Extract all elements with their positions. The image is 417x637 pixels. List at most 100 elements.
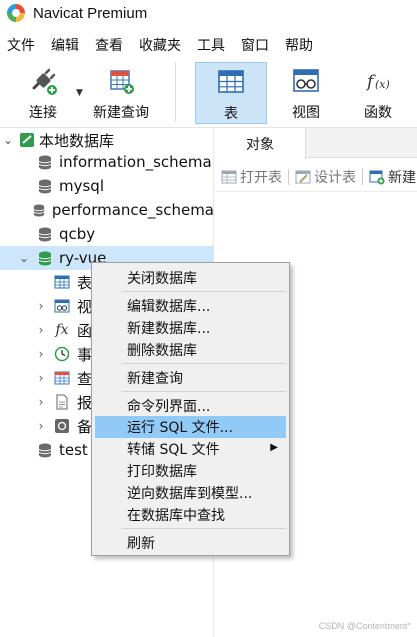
- menu-item-dump-sql-label: 转储 SQL 文件: [127, 442, 220, 458]
- menu-window[interactable]: 窗口: [233, 35, 277, 55]
- menu-item-run-sql-file[interactable]: 运行 SQL 文件...: [95, 416, 286, 438]
- tree-root-label: 本地数据库: [39, 131, 115, 150]
- tree-node-label: 备: [77, 417, 93, 436]
- database-icon: [38, 155, 52, 169]
- submenu-arrow-icon: ▶: [270, 442, 278, 453]
- menu-help[interactable]: 帮助: [277, 35, 321, 55]
- menu-bar: 文件 编辑 查看 收藏夹 工具 窗口 帮助: [0, 32, 417, 58]
- menu-item-refresh[interactable]: 刷新: [95, 532, 286, 554]
- new-query-icon: [106, 66, 136, 96]
- open-table-button[interactable]: 打开表: [221, 167, 282, 187]
- backup-icon: [55, 419, 69, 433]
- tree-node-label: 视: [77, 297, 93, 316]
- function-fx-icon: fx: [55, 322, 69, 338]
- tree-db-information-schema[interactable]: information_schema: [0, 150, 213, 174]
- menu-item-dump-sql-file[interactable]: 转储 SQL 文件 ▶: [95, 438, 286, 460]
- tree-db-performance-schema[interactable]: performance_schema: [0, 198, 214, 222]
- menu-separator: [122, 363, 286, 364]
- object-tab-bar: 对象: [215, 128, 417, 159]
- table-icon: [216, 67, 246, 97]
- design-table-icon: [295, 170, 311, 183]
- tree-node-label: 函: [77, 321, 93, 340]
- tree-db-qcby[interactable]: qcby: [0, 222, 213, 246]
- tree-root-local[interactable]: ⌄ 本地数据库: [0, 128, 213, 152]
- view-label: 视图: [292, 105, 320, 121]
- toolbar-separator: [288, 168, 289, 185]
- tab-objects[interactable]: 对象: [215, 128, 306, 159]
- database-icon: [38, 179, 52, 193]
- connect-button[interactable]: 连接: [14, 62, 72, 124]
- menu-item-console[interactable]: 命令列界面...: [95, 395, 286, 417]
- menu-favorites[interactable]: 收藏夹: [131, 35, 189, 55]
- tree-db-label: qcby: [59, 225, 96, 243]
- chevron-down-icon[interactable]: ⌄: [17, 251, 31, 265]
- database-icon: [33, 203, 45, 217]
- tree-db-label: test: [59, 441, 88, 459]
- tree-db-label: information_schema: [59, 153, 212, 171]
- connection-green-icon: [19, 132, 35, 148]
- menu-item-new-query[interactable]: 新建查询: [95, 367, 286, 389]
- database-open-icon: [38, 251, 52, 265]
- object-toolbar: 打开表 设计表 新建: [215, 162, 417, 192]
- watermark-text: CSDN @Contentment°: [318, 621, 411, 631]
- menu-tools[interactable]: 工具: [189, 35, 233, 55]
- new-query-button[interactable]: 新建查询: [88, 62, 154, 124]
- tree-node-label: 查: [77, 369, 93, 388]
- new-query-label: 新建查询: [93, 105, 149, 121]
- menu-item-print-database[interactable]: 打印数据库: [95, 460, 286, 482]
- table-button[interactable]: 表: [195, 62, 267, 124]
- connect-label: 连接: [29, 105, 57, 121]
- function-label: 函数: [364, 105, 392, 121]
- chevron-right-icon[interactable]: ›: [34, 323, 48, 337]
- menu-file[interactable]: 文件: [0, 35, 43, 55]
- menu-item-find-in-database[interactable]: 在数据库中查找: [95, 504, 286, 526]
- open-table-label: 打开表: [240, 169, 282, 186]
- toolbar-separator: [175, 62, 176, 122]
- design-table-label: 设计表: [314, 169, 356, 186]
- database-context-menu: 关闭数据库 编辑数据库... 新建数据库... 删除数据库 新建查询 命令列界面…: [91, 262, 290, 556]
- view-glasses-icon: [291, 66, 321, 96]
- query-icon: [54, 371, 70, 385]
- menu-item-edit-database[interactable]: 编辑数据库...: [95, 295, 286, 317]
- chevron-down-icon[interactable]: ⌄: [1, 133, 15, 147]
- tree-db-label: performance_schema: [51, 201, 214, 219]
- chevron-right-icon[interactable]: ›: [34, 395, 48, 409]
- tree-db-label: mysql: [59, 177, 104, 195]
- tree-db-mysql[interactable]: mysql: [0, 174, 213, 198]
- plug-icon: [28, 66, 58, 96]
- function-fx-icon: f (x): [363, 66, 393, 96]
- title-bar: Navicat Premium: [0, 0, 417, 26]
- report-icon: [56, 394, 68, 410]
- new-table-button[interactable]: 新建: [369, 167, 416, 187]
- app-title: Navicat Premium: [33, 4, 148, 22]
- event-clock-icon: [54, 346, 70, 362]
- tree-node-label: 事: [77, 345, 93, 364]
- open-table-icon: [221, 170, 237, 183]
- menu-item-close-database[interactable]: 关闭数据库: [95, 267, 286, 289]
- menu-item-reverse-to-model[interactable]: 逆向数据库到模型...: [95, 482, 286, 504]
- menu-item-delete-database[interactable]: 删除数据库: [95, 339, 286, 361]
- table-label: 表: [224, 106, 238, 122]
- design-table-button[interactable]: 设计表: [295, 167, 356, 187]
- connect-dropdown-caret-icon[interactable]: ▼: [76, 88, 83, 98]
- view-icon: [54, 299, 70, 313]
- chevron-right-icon[interactable]: ›: [34, 299, 48, 313]
- chevron-right-icon[interactable]: ›: [34, 347, 48, 361]
- tree-node-label: 报: [77, 393, 93, 412]
- new-table-label: 新建: [388, 169, 416, 186]
- new-table-icon: [369, 170, 385, 184]
- chevron-right-icon[interactable]: ›: [34, 371, 48, 385]
- menu-view[interactable]: 查看: [87, 35, 131, 55]
- chevron-right-icon[interactable]: ›: [34, 419, 48, 433]
- svg-text:(x): (x): [375, 78, 390, 91]
- view-button[interactable]: 视图: [278, 62, 334, 124]
- menu-separator: [122, 291, 286, 292]
- navicat-logo-icon: [7, 4, 25, 22]
- toolbar-separator: [362, 168, 363, 185]
- menu-item-new-database[interactable]: 新建数据库...: [95, 317, 286, 339]
- function-button[interactable]: f (x) 函数: [350, 62, 406, 124]
- tree-node-label: 表: [77, 273, 93, 292]
- menu-separator: [122, 391, 286, 392]
- main-toolbar: 连接 ▼ 新建查询 表 视图 f (x) 函数: [0, 58, 417, 128]
- menu-edit[interactable]: 编辑: [43, 35, 87, 55]
